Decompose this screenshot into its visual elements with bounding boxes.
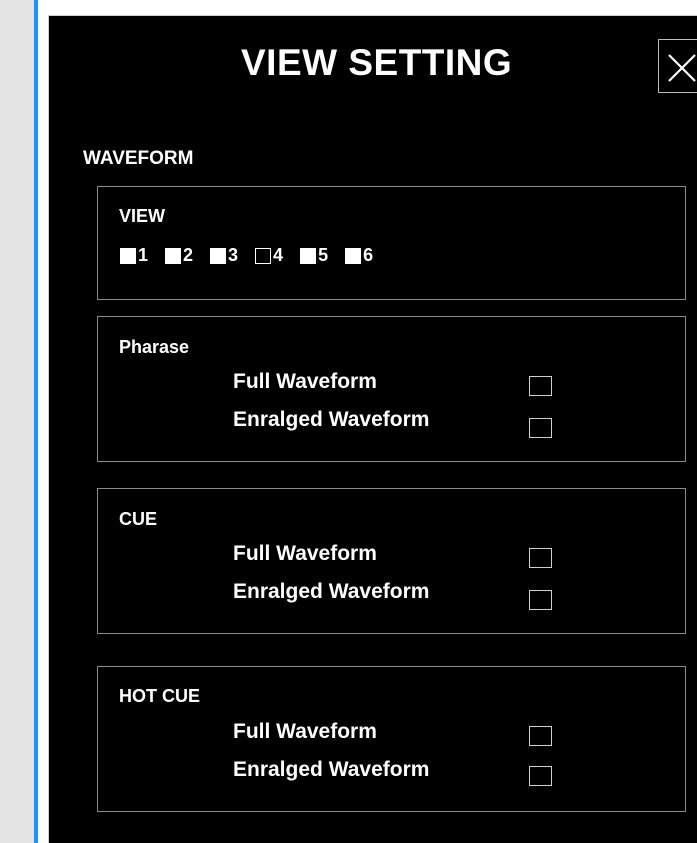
view-option-5[interactable]: 5 (300, 245, 328, 266)
pharase-full-waveform-label: Full Waveform (233, 370, 377, 393)
view-group-title: VIEW (119, 206, 166, 226)
view-setting-dialog: VIEW SETTING WAVEFORM VIEW 1 2 3 4 5 6 P… (48, 15, 697, 843)
close-button[interactable] (658, 39, 697, 93)
view-checkbox-3[interactable] (210, 247, 227, 264)
view-checkbox-4[interactable] (255, 247, 272, 264)
view-option-label: 1 (138, 245, 149, 265)
view-option-4[interactable]: 4 (255, 245, 283, 266)
view-checkbox-6[interactable] (345, 247, 362, 264)
view-option-label: 3 (228, 245, 239, 265)
view-checkbox-2[interactable] (165, 247, 182, 264)
hot-cue-full-waveform-checkbox[interactable] (529, 726, 552, 746)
close-icon (668, 54, 696, 82)
hot-cue-enlarged-waveform-checkbox[interactable] (529, 766, 552, 786)
view-option-1[interactable]: 1 (120, 245, 148, 266)
dialog-title: VIEW SETTING (241, 42, 513, 83)
window-gap (38, 0, 48, 843)
view-option-label: 6 (363, 245, 374, 265)
pharase-full-waveform-checkbox[interactable] (529, 376, 552, 396)
view-group: VIEW 1 2 3 4 5 6 (97, 186, 686, 300)
view-option-6[interactable]: 6 (345, 245, 373, 266)
pharase-group: Pharase Full Waveform Enralged Waveform (97, 316, 686, 462)
cue-full-waveform-label: Full Waveform (233, 542, 377, 565)
cue-enlarged-waveform-checkbox[interactable] (529, 590, 552, 610)
hot-cue-group-title: HOT CUE (119, 686, 200, 706)
hot-cue-full-waveform-label: Full Waveform (233, 720, 377, 743)
hot-cue-enlarged-waveform-label: Enralged Waveform (233, 758, 430, 781)
cue-group-title: CUE (119, 509, 158, 529)
view-checkbox-5[interactable] (300, 247, 317, 264)
view-options-row: 1 2 3 4 5 6 (120, 245, 390, 266)
background-panel (0, 0, 34, 843)
view-checkbox-1[interactable] (120, 247, 136, 264)
cue-full-waveform-checkbox[interactable] (529, 548, 552, 568)
cue-enlarged-waveform-label: Enralged Waveform (233, 580, 430, 603)
cue-group: CUE Full Waveform Enralged Waveform (97, 488, 686, 634)
hot-cue-group: HOT CUE Full Waveform Enralged Waveform (97, 666, 686, 812)
pharase-enlarged-waveform-label: Enralged Waveform (233, 408, 430, 431)
view-option-3[interactable]: 3 (210, 245, 238, 266)
view-option-2[interactable]: 2 (165, 245, 193, 266)
window-top-strip (48, 0, 697, 15)
view-option-label: 2 (183, 245, 194, 265)
view-option-label: 4 (273, 245, 284, 265)
pharase-enlarged-waveform-checkbox[interactable] (529, 418, 552, 438)
section-waveform-label: WAVEFORM (83, 148, 194, 169)
view-option-label: 5 (318, 245, 329, 265)
pharase-group-title: Pharase (119, 337, 190, 357)
